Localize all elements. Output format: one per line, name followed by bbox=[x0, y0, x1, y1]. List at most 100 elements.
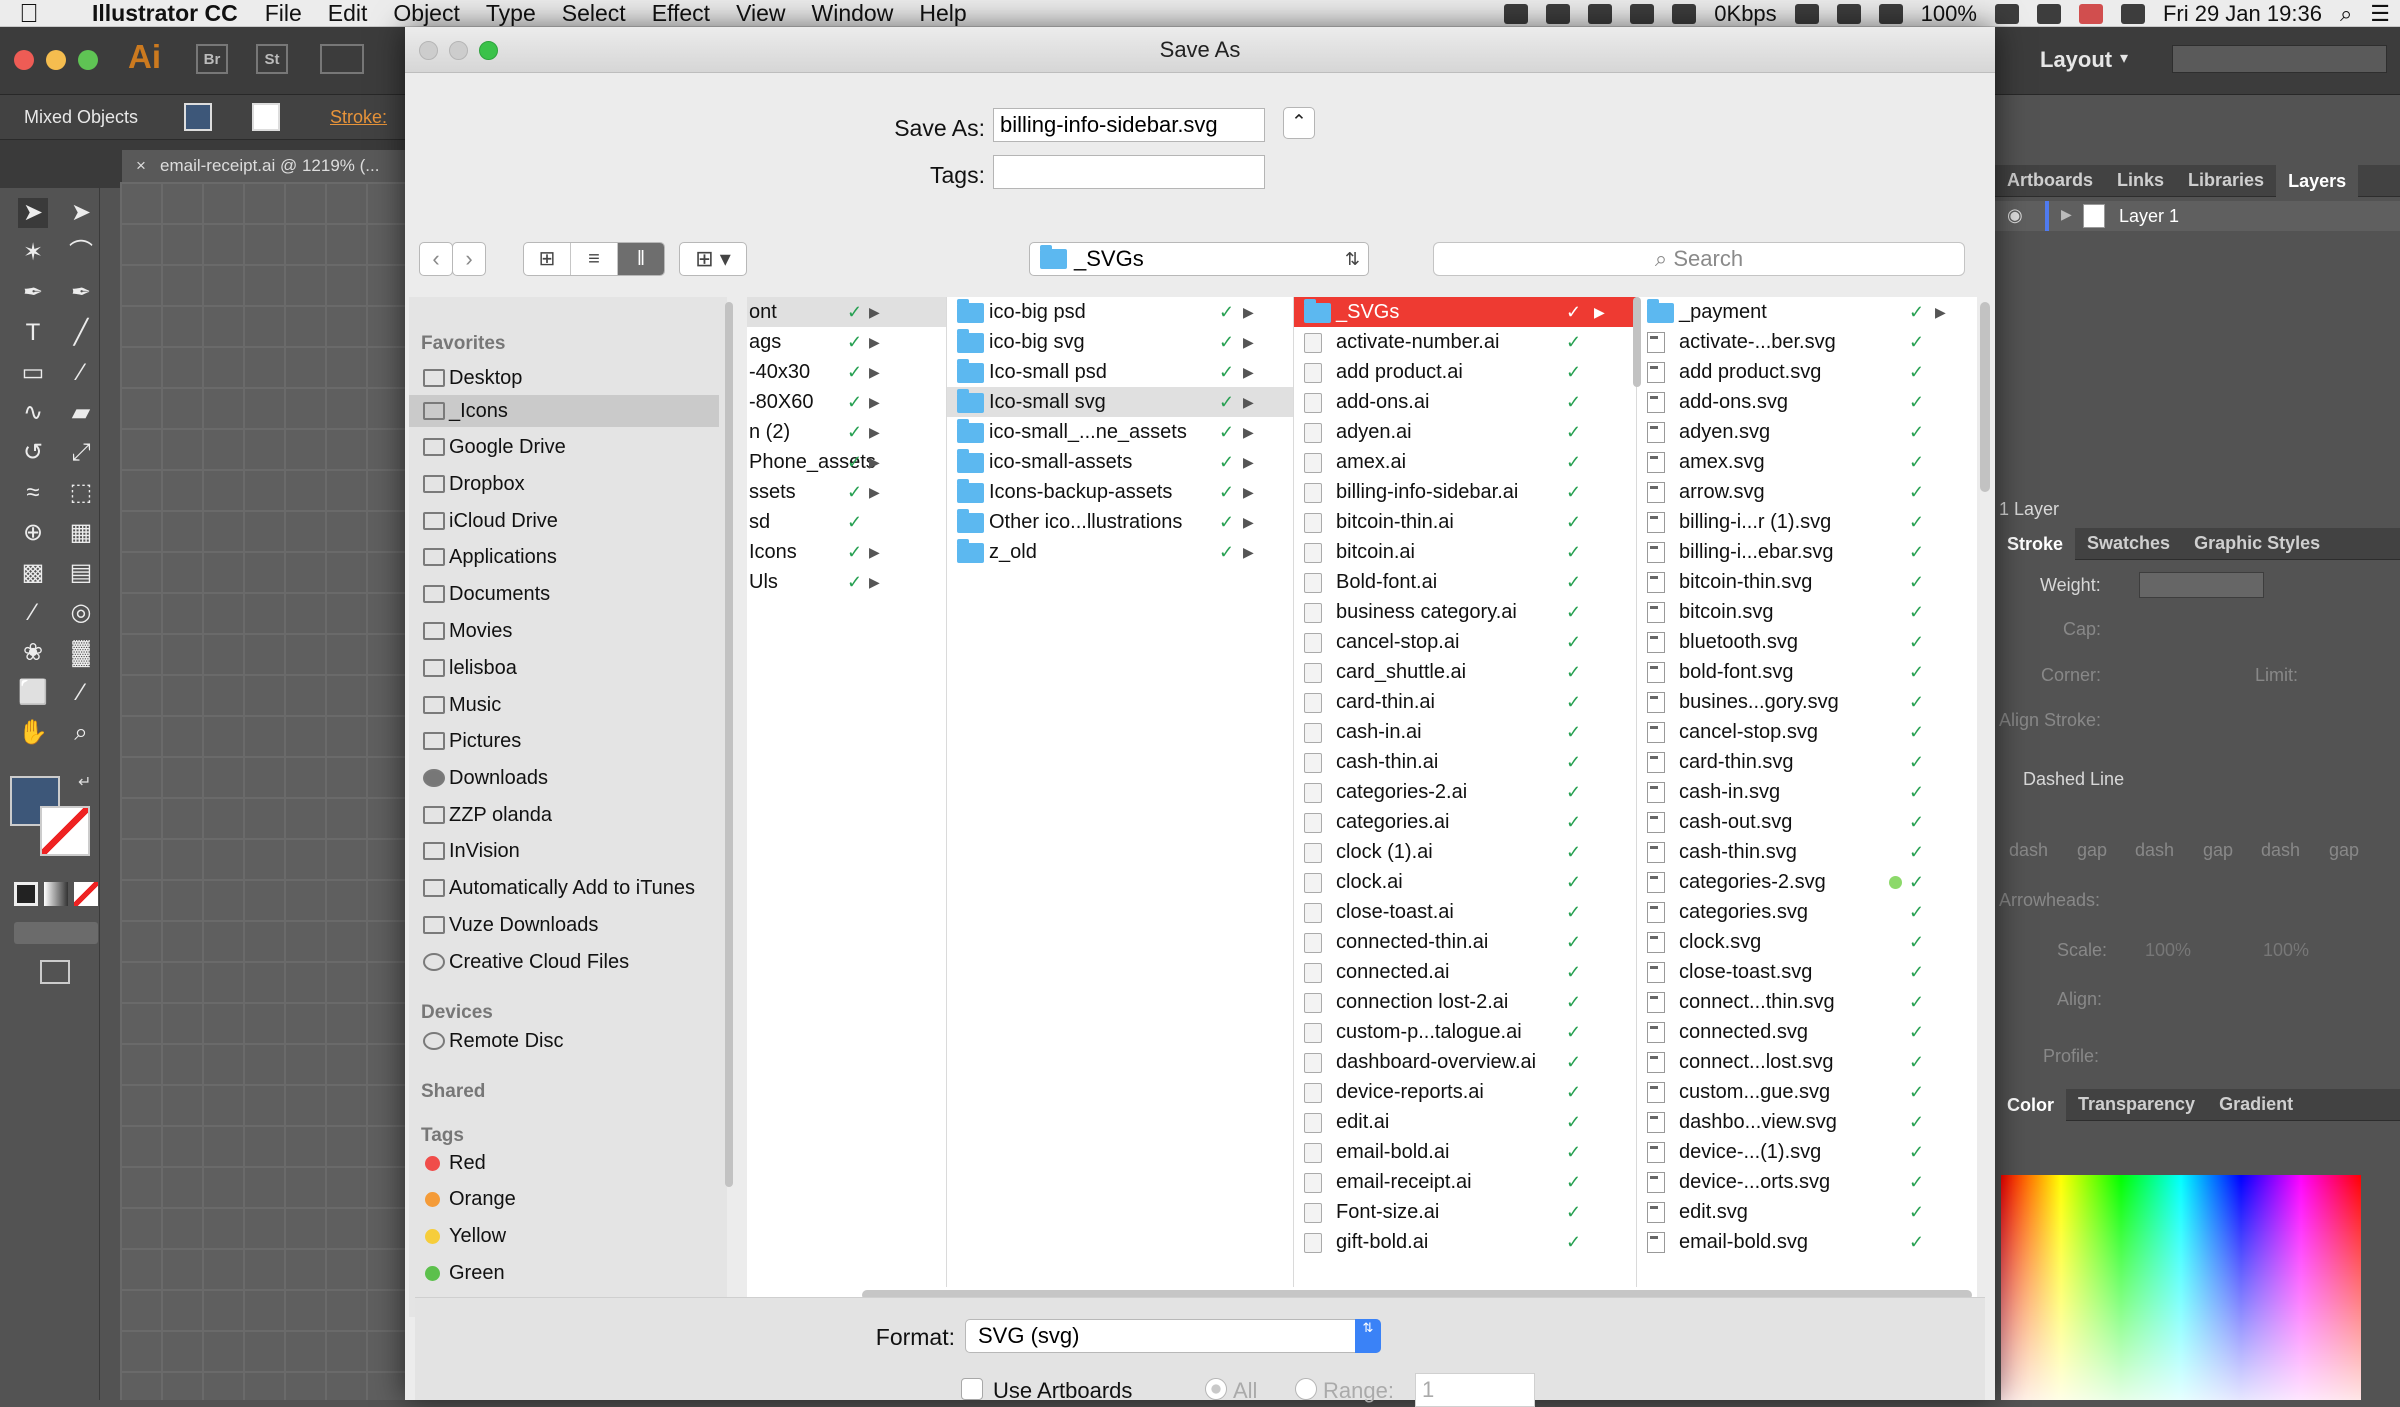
shield-icon[interactable] bbox=[1672, 3, 1697, 24]
time-machine-icon[interactable] bbox=[1836, 3, 1861, 24]
file-item[interactable]: add product.svg ✓ bbox=[1637, 357, 1977, 387]
back-button[interactable]: ‹ bbox=[419, 242, 453, 276]
use-artboards-label[interactable]: Use Artboards bbox=[993, 1378, 1132, 1404]
file-item[interactable]: device-...orts.svg ✓ bbox=[1637, 1167, 1977, 1197]
sidebar-item-icons[interactable]: _Icons bbox=[409, 395, 719, 427]
file-item[interactable]: cash-in.ai ✓ bbox=[1294, 717, 1636, 747]
menu-effect[interactable]: Effect bbox=[639, 0, 723, 27]
file-item[interactable]: Font-size.ai ✓ bbox=[1294, 1197, 1636, 1227]
file-item[interactable]: busines...gory.svg ✓ bbox=[1637, 687, 1977, 717]
airplay-icon[interactable] bbox=[1794, 3, 1819, 24]
sidebar-tag-green[interactable]: Green bbox=[409, 1257, 719, 1289]
curvature-tool-icon[interactable]: ✒ bbox=[66, 278, 96, 308]
file-item[interactable]: email-bold.ai ✓ bbox=[1294, 1137, 1636, 1167]
menu-select[interactable]: Select bbox=[549, 0, 639, 27]
blend-tool-icon[interactable]: ◎ bbox=[66, 598, 96, 628]
apple-menu-icon[interactable]:  bbox=[0, 0, 58, 29]
file-item[interactable]: device-...(1).svg ✓ bbox=[1637, 1137, 1977, 1167]
file-item[interactable]: cash-thin.svg ✓ bbox=[1637, 837, 1977, 867]
file-item[interactable]: ico-big svg ✓ ▶ bbox=[947, 327, 1293, 357]
file-item[interactable]: edit.ai ✓ bbox=[1294, 1107, 1636, 1137]
file-item[interactable]: categories.svg ✓ bbox=[1637, 897, 1977, 927]
free-transform-tool-icon[interactable]: ⬚ bbox=[66, 478, 96, 508]
file-item[interactable]: ico-big psd ✓ ▶ bbox=[947, 297, 1293, 327]
tab-transparency[interactable]: Transparency bbox=[2066, 1094, 2207, 1115]
file-item[interactable]: clock (1).ai ✓ bbox=[1294, 837, 1636, 867]
file-item[interactable]: _payment ✓ ▶ bbox=[1637, 297, 1977, 327]
file-item[interactable]: _SVGs ✓ ▶ bbox=[1294, 297, 1636, 327]
file-item[interactable]: Uls ✓ ▶ bbox=[747, 567, 946, 597]
tab-gradient[interactable]: Gradient bbox=[2207, 1094, 2305, 1115]
sidebar-item-applications[interactable]: Applications bbox=[409, 541, 719, 573]
type-tool-icon[interactable]: T bbox=[18, 318, 48, 348]
hand-tool-icon[interactable]: ✋ bbox=[18, 718, 48, 748]
file-item[interactable]: z_old ✓ ▶ bbox=[947, 537, 1293, 567]
tab-color[interactable]: Color bbox=[1995, 1088, 2066, 1121]
sidebar-tag-orange[interactable]: Orange bbox=[409, 1183, 719, 1215]
gradient-mode-button[interactable] bbox=[44, 882, 68, 906]
file-item[interactable]: business category.ai ✓ bbox=[1294, 597, 1636, 627]
column-scrollbar[interactable] bbox=[1980, 302, 1990, 492]
column-scrollbar[interactable] bbox=[1633, 297, 1641, 387]
scale-end-value[interactable]: 100% bbox=[2263, 940, 2309, 961]
file-item[interactable]: amex.svg ✓ bbox=[1637, 447, 1977, 477]
file-item[interactable]: cash-out.svg ✓ bbox=[1637, 807, 1977, 837]
sidebar-item-downloads[interactable]: Downloads bbox=[409, 762, 719, 794]
bluetooth-icon[interactable] bbox=[2036, 3, 2061, 24]
file-item[interactable]: clock.ai ✓ bbox=[1294, 867, 1636, 897]
file-item[interactable]: billing-i...r (1).svg ✓ bbox=[1637, 507, 1977, 537]
file-item[interactable]: dashboard-overview.ai ✓ bbox=[1294, 1047, 1636, 1077]
eyedropper-tool-icon[interactable]: ∕ bbox=[18, 598, 48, 628]
sidebar-tag-yellow[interactable]: Yellow bbox=[409, 1220, 719, 1252]
menu-edit[interactable]: Edit bbox=[315, 0, 381, 27]
sidebar-item-vuze-downloads[interactable]: Vuze Downloads bbox=[409, 909, 719, 941]
file-item[interactable]: email-receipt.ai ✓ bbox=[1294, 1167, 1636, 1197]
file-item[interactable]: Other ico...llustrations ✓ ▶ bbox=[947, 507, 1293, 537]
file-item[interactable]: billing-i...ebar.svg ✓ bbox=[1637, 537, 1977, 567]
battery-percent[interactable]: 100% bbox=[1921, 1, 1977, 27]
wifi-icon[interactable] bbox=[2120, 3, 2145, 24]
shaper-tool-icon[interactable]: ∿ bbox=[18, 398, 48, 428]
eraser-tool-icon[interactable]: ▰ bbox=[66, 398, 96, 428]
document-tab[interactable]: × email-receipt.ai @ 1219% (... bbox=[122, 150, 412, 182]
direct-selection-tool-icon[interactable]: ➤ bbox=[66, 198, 96, 228]
use-artboards-checkbox[interactable] bbox=[961, 1378, 983, 1400]
file-item[interactable]: custom...gue.svg ✓ bbox=[1637, 1077, 1977, 1107]
perspective-grid-tool-icon[interactable]: ▦ bbox=[66, 518, 96, 548]
file-item[interactable]: arrow.svg ✓ bbox=[1637, 477, 1977, 507]
file-item[interactable]: activate-number.ai ✓ bbox=[1294, 327, 1636, 357]
sidebar-item-google-drive[interactable]: Google Drive bbox=[409, 431, 719, 463]
pen-tool-icon[interactable]: ✒ bbox=[18, 278, 48, 308]
file-item[interactable]: categories-2.ai ✓ bbox=[1294, 777, 1636, 807]
forward-button[interactable]: › bbox=[452, 242, 486, 276]
file-item[interactable]: add product.ai ✓ bbox=[1294, 357, 1636, 387]
shape-builder-tool-icon[interactable]: ⊕ bbox=[18, 518, 48, 548]
file-item[interactable]: bitcoin-thin.svg ✓ bbox=[1637, 567, 1977, 597]
menu-file[interactable]: File bbox=[252, 0, 315, 27]
close-window-icon[interactable] bbox=[14, 50, 34, 70]
file-item[interactable]: cash-thin.ai ✓ bbox=[1294, 747, 1636, 777]
network-speed[interactable]: 0Kbps bbox=[1714, 1, 1776, 27]
layout-dropdown[interactable]: Layout bbox=[2040, 47, 2112, 73]
file-item[interactable]: add-ons.svg ✓ bbox=[1637, 387, 1977, 417]
swap-colors-icon[interactable]: ↵ bbox=[78, 772, 91, 792]
tags-field[interactable] bbox=[993, 155, 1265, 189]
file-item[interactable]: cancel-stop.ai ✓ bbox=[1294, 627, 1636, 657]
layer-row[interactable]: ◉ ▶ Layer 1 bbox=[1995, 201, 2400, 231]
file-item[interactable]: bitcoin.svg ✓ bbox=[1637, 597, 1977, 627]
file-item[interactable]: card_shuttle.ai ✓ bbox=[1294, 657, 1636, 687]
file-item[interactable]: email-bold.svg ✓ bbox=[1637, 1227, 1977, 1257]
rectangle-tool-icon[interactable]: ▭ bbox=[18, 358, 48, 388]
tab-stroke[interactable]: Stroke bbox=[1995, 527, 2076, 560]
expand-layer-icon[interactable]: ▶ bbox=[2061, 206, 2072, 223]
file-item[interactable]: dashbo...view.svg ✓ bbox=[1637, 1107, 1977, 1137]
tab-graphic-styles[interactable]: Graphic Styles bbox=[2182, 533, 2332, 554]
app-menu[interactable]: Illustrator CC bbox=[58, 0, 252, 27]
menu-object[interactable]: Object bbox=[380, 0, 472, 27]
screen-mode-icon[interactable] bbox=[40, 960, 70, 984]
notification-center-icon[interactable]: ☰ bbox=[2370, 1, 2390, 27]
dialog-close-icon[interactable] bbox=[419, 41, 438, 60]
zoom-tool-icon[interactable]: ⌕ bbox=[66, 718, 96, 748]
file-item[interactable]: Bold-font.ai ✓ bbox=[1294, 567, 1636, 597]
flag-icon[interactable] bbox=[2078, 3, 2103, 24]
